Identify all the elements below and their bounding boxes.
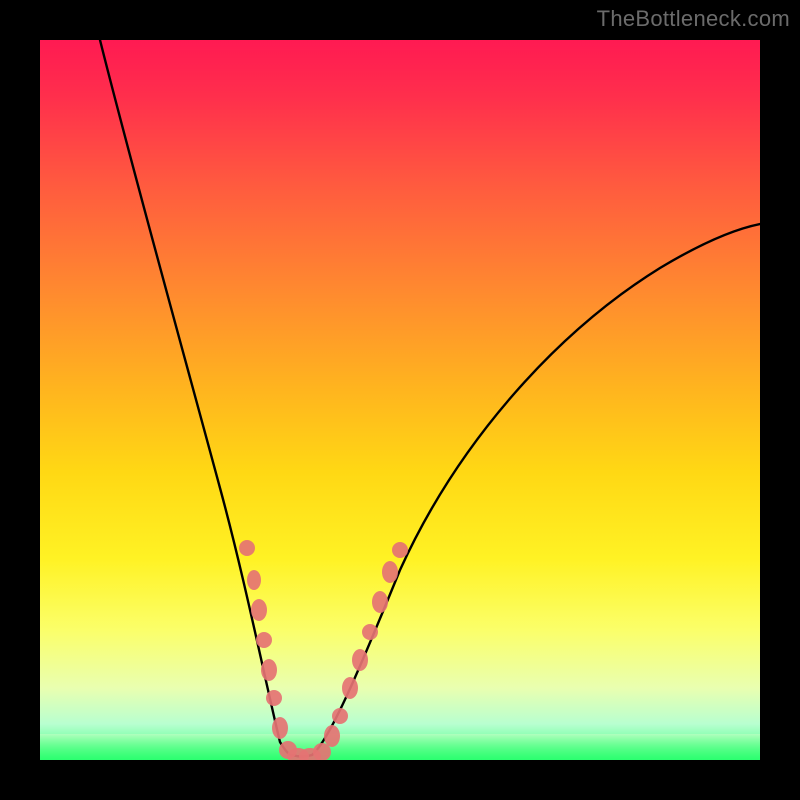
marker-dot bbox=[256, 632, 272, 648]
marker-dot bbox=[392, 542, 408, 558]
marker-dot bbox=[372, 591, 388, 613]
marker-dot bbox=[239, 540, 255, 556]
marker-dot bbox=[324, 725, 340, 747]
chart-frame: TheBottleneck.com bbox=[0, 0, 800, 800]
marker-group bbox=[239, 540, 408, 760]
marker-dot bbox=[251, 599, 267, 621]
plot-area bbox=[40, 40, 760, 760]
marker-dot bbox=[272, 717, 288, 739]
marker-dot bbox=[261, 659, 277, 681]
marker-dot bbox=[382, 561, 398, 583]
curve-layer bbox=[40, 40, 760, 760]
marker-dot bbox=[362, 624, 378, 640]
watermark-text: TheBottleneck.com bbox=[597, 6, 790, 32]
right-branch-curve bbox=[312, 224, 760, 755]
marker-dot bbox=[266, 690, 282, 706]
marker-dot bbox=[332, 708, 348, 724]
marker-dot bbox=[342, 677, 358, 699]
marker-dot bbox=[247, 570, 261, 590]
marker-dot bbox=[352, 649, 368, 671]
